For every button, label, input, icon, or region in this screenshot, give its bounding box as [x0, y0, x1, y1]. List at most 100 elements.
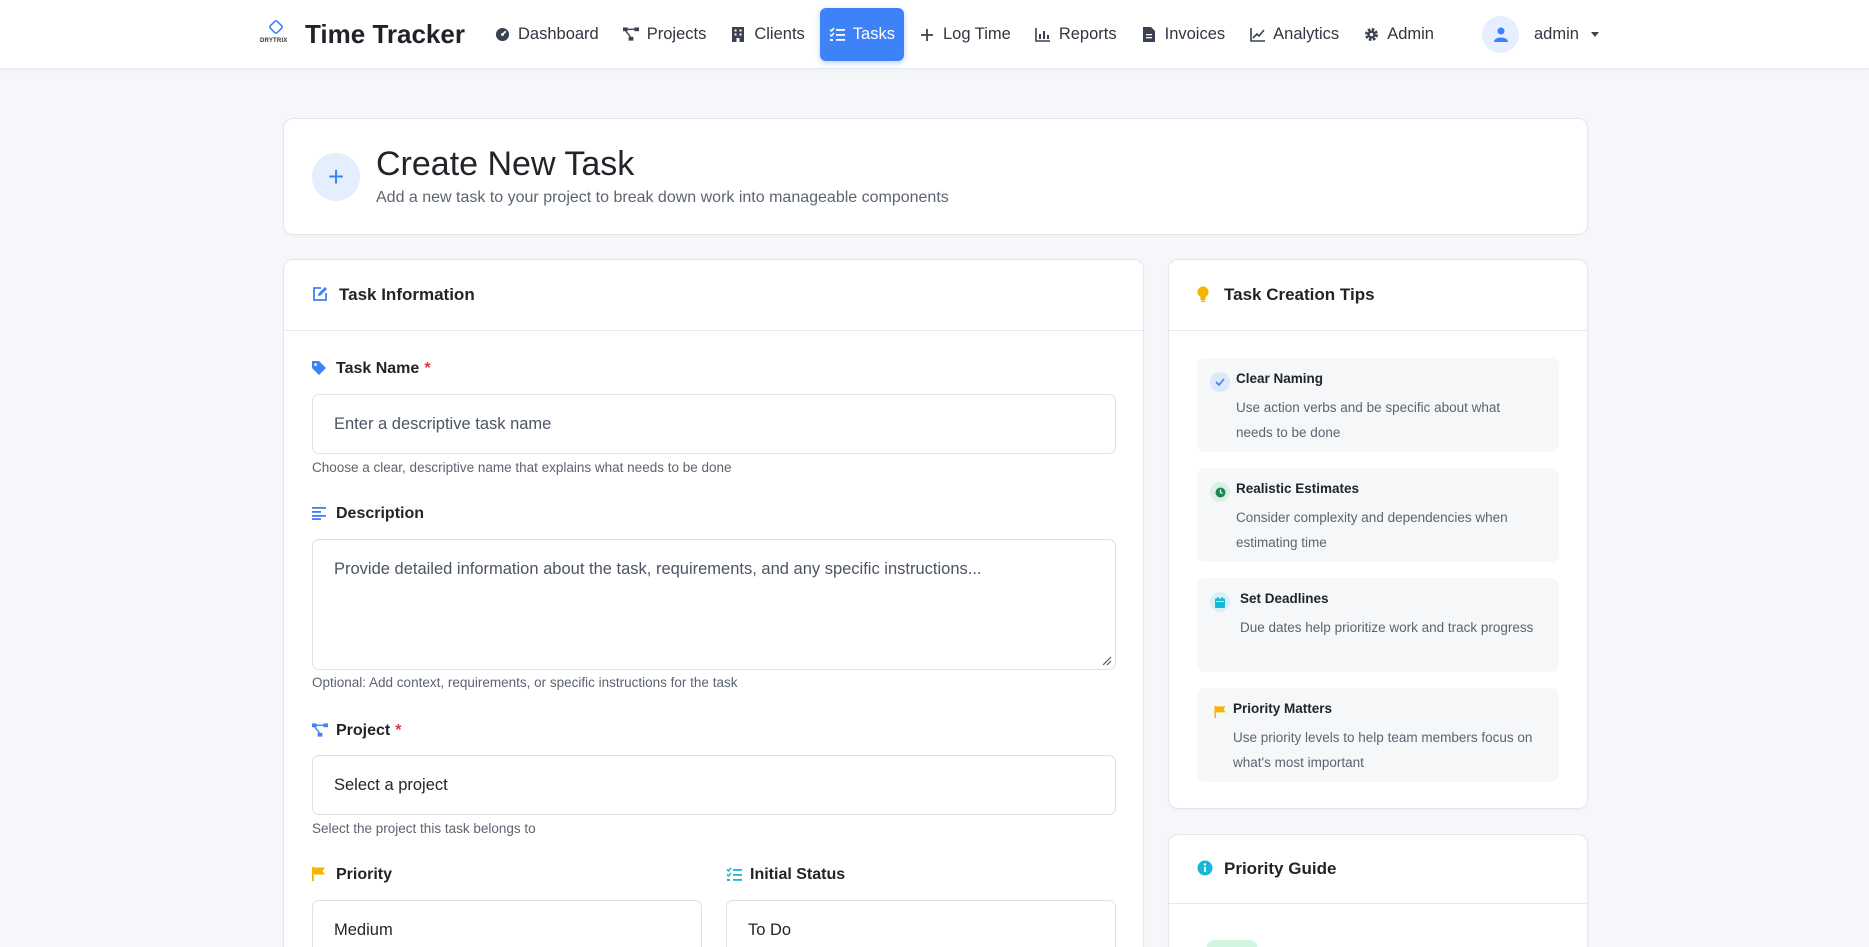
edit-icon	[312, 286, 330, 304]
nav-tasks-label: Tasks	[852, 25, 895, 43]
status-select[interactable]: To Do	[726, 900, 1116, 947]
main-nav: Dashboard Projects Clients Tasks Log Tim…	[485, 8, 1449, 61]
tips-title: Task Creation Tips	[1224, 285, 1375, 304]
tip-title: Realistic Estimates	[1236, 481, 1360, 496]
task-form-title: Task Information	[339, 285, 475, 304]
chart-line-icon	[1249, 27, 1265, 43]
top-navbar: DRYTRIX Time Tracker Dashboard Projects …	[0, 0, 1869, 69]
tip-desc: Use action verbs and be specific about w…	[1236, 400, 1501, 440]
check-icon	[1210, 372, 1230, 392]
avatar	[1482, 16, 1519, 53]
nav-dashboard[interactable]: Dashboard	[485, 8, 608, 61]
flag-icon	[1210, 702, 1230, 722]
flag-icon	[312, 867, 328, 883]
tip-desc: Use priority levels to help team members…	[1233, 730, 1533, 770]
invoice-icon	[1141, 27, 1157, 43]
nav-invoices[interactable]: Invoices	[1132, 8, 1235, 61]
priority-label: Priority	[312, 866, 392, 884]
logo-mark-icon	[268, 19, 284, 35]
task-form-header: Task Information	[284, 260, 1143, 331]
required-mark: *	[395, 722, 402, 739]
app-title: Time Tracker	[305, 18, 465, 49]
page-title: Create New Task	[376, 145, 635, 183]
page-header-card: + Create New Task Add a new task to your…	[283, 118, 1588, 235]
description-help: Optional: Add context, requirements, or …	[312, 675, 738, 690]
nav-tasks[interactable]: Tasks	[819, 8, 904, 61]
tip-title: Priority Matters	[1233, 701, 1333, 716]
nav-analytics-label: Analytics	[1273, 25, 1340, 43]
task-name-label-text: Task Name	[336, 360, 420, 377]
status-select-value: To Do	[748, 920, 792, 939]
nav-projects-label: Projects	[646, 25, 707, 43]
tasks-icon	[829, 27, 845, 43]
task-name-placeholder: Enter a descriptive task name	[334, 414, 552, 433]
task-name-input[interactable]: Enter a descriptive task name	[312, 394, 1116, 454]
nav-clients-label: Clients	[754, 25, 805, 43]
nav-dashboard-label: Dashboard	[518, 25, 599, 43]
user-icon	[1493, 27, 1508, 42]
chevron-down-icon	[1590, 32, 1599, 37]
tip-title: Clear Naming	[1236, 371, 1324, 386]
align-left-icon	[312, 506, 328, 522]
nav-analytics[interactable]: Analytics	[1240, 8, 1348, 61]
nav-reports[interactable]: Reports	[1026, 8, 1126, 61]
user-name: admin	[1534, 25, 1579, 43]
nav-log-time-label: Log Time	[942, 25, 1011, 43]
info-circle-icon	[1197, 860, 1215, 878]
task-name-label: Task Name *	[312, 360, 431, 378]
brand[interactable]: DRYTRIX Time Tracker	[260, 18, 465, 50]
nav-log-time[interactable]: Log Time	[910, 8, 1020, 61]
task-form-card: Task Information Task Name * Enter a des…	[283, 259, 1144, 947]
tip-item: Realistic Estimates Consider complexity …	[1197, 468, 1559, 562]
nav-projects[interactable]: Projects	[614, 8, 716, 61]
priority-guide-header: Priority Guide	[1169, 835, 1587, 904]
tips-header: Task Creation Tips	[1169, 260, 1587, 331]
page-subtitle: Add a new task to your project to break …	[376, 189, 949, 206]
brand-logo: DRYTRIX	[260, 18, 291, 50]
clock-icon	[1210, 482, 1230, 502]
tip-item: Set Deadlines Due dates help prioritize …	[1197, 578, 1559, 672]
tip-title: Set Deadlines	[1240, 591, 1329, 606]
description-placeholder: Provide detailed information about the t…	[334, 560, 982, 578]
nav-invoices-label: Invoices	[1164, 25, 1226, 43]
status-label: Initial Status	[726, 866, 845, 884]
priority-select[interactable]: Medium	[312, 900, 702, 947]
calendar-icon	[1210, 592, 1230, 612]
logo-text: DRYTRIX	[260, 38, 288, 44]
priority-guide-card: Priority Guide	[1168, 834, 1588, 947]
chart-bar-icon	[1035, 27, 1051, 43]
project-select-value: Select a project	[334, 775, 448, 794]
gear-icon	[1363, 27, 1379, 43]
tips-card: Task Creation Tips Clear Naming Use acti…	[1168, 259, 1588, 809]
project-diagram-icon	[622, 27, 639, 43]
description-textarea[interactable]: Provide detailed information about the t…	[312, 539, 1116, 670]
tip-item: Priority Matters Use priority levels to …	[1197, 688, 1559, 782]
building-icon	[730, 27, 746, 43]
status-label-text: Initial Status	[750, 866, 846, 883]
project-diagram-icon	[312, 723, 328, 739]
nav-clients[interactable]: Clients	[721, 8, 813, 61]
tip-desc: Due dates help prioritize work and track…	[1240, 620, 1534, 635]
tip-desc: Consider complexity and dependencies whe…	[1236, 510, 1508, 550]
description-label: Description	[312, 505, 424, 523]
plus-icon	[919, 27, 935, 43]
priority-label-text: Priority	[336, 866, 393, 883]
task-name-help: Choose a clear, descriptive name that ex…	[312, 460, 732, 475]
nav-admin[interactable]: Admin	[1354, 8, 1443, 61]
resize-handle-icon[interactable]	[1102, 656, 1112, 666]
dashboard-icon	[494, 27, 510, 43]
priority-badge	[1207, 940, 1257, 947]
required-mark: *	[424, 360, 431, 377]
project-select[interactable]: Select a project	[312, 755, 1116, 815]
lightbulb-icon	[1197, 286, 1215, 304]
project-label: Project *	[312, 722, 401, 740]
nav-reports-label: Reports	[1058, 25, 1117, 43]
description-label-text: Description	[336, 505, 425, 522]
project-label-text: Project	[336, 722, 391, 739]
nav-admin-label: Admin	[1387, 25, 1434, 43]
tip-item: Clear Naming Use action verbs and be spe…	[1197, 358, 1559, 452]
tag-icon	[312, 361, 328, 377]
user-menu[interactable]: admin	[1482, 16, 1599, 53]
priority-select-value: Medium	[334, 920, 393, 939]
project-help: Select the project this task belongs to	[312, 821, 536, 836]
